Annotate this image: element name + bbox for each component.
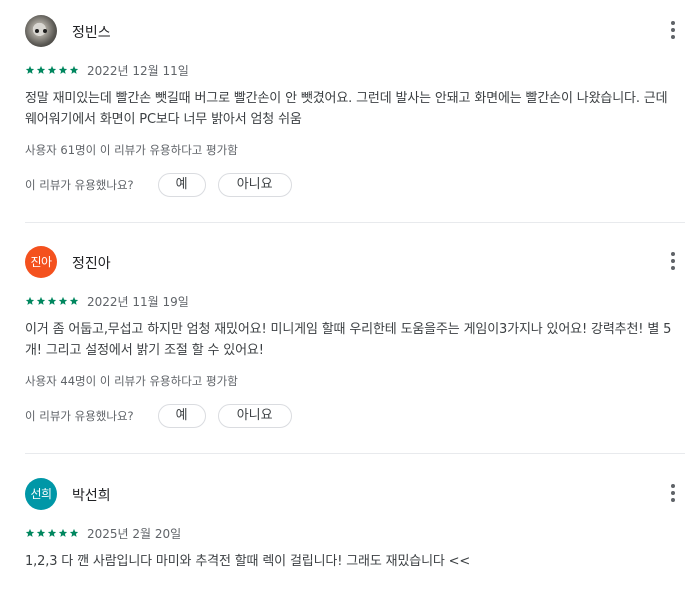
- star-icon: [36, 65, 46, 74]
- star-icon: [47, 65, 57, 74]
- author-name: 정빈스: [72, 25, 111, 41]
- avatar: 진아: [25, 246, 57, 278]
- star-icon: [36, 296, 46, 305]
- helpful-yes-button[interactable]: 예: [157, 404, 206, 428]
- helpful-yes-button[interactable]: 예: [157, 173, 206, 197]
- more-vert-icon: [671, 21, 675, 25]
- star-rating: [25, 296, 79, 306]
- helpful-no-button[interactable]: 아니요: [217, 173, 292, 197]
- author-name: 정진아: [72, 256, 111, 272]
- review-date: 2022년 11월 19일: [87, 294, 189, 309]
- review-date: 2025년 2월 20일: [87, 526, 182, 541]
- more-vert-icon: [671, 259, 675, 263]
- helpful-question: 이 리뷰가 유용했나요?: [25, 178, 134, 192]
- star-icon: [69, 528, 79, 537]
- review-card: 정빈스 2022년 12월 11일 정말 재미있는데 빨간손 뺏길때 버그로 빨…: [25, 15, 685, 198]
- more-options-button[interactable]: [661, 481, 685, 505]
- star-rating: [25, 528, 79, 538]
- review-text: 이거 좀 어둡고,무섭고 하지만 엄청 재밌어요! 미니게임 할때 우리한테 도…: [25, 322, 672, 358]
- author-name: 박선희: [72, 488, 111, 504]
- review-meta: 2025년 2월 20일: [25, 525, 685, 541]
- more-vert-icon: [671, 498, 675, 502]
- more-vert-icon: [671, 484, 675, 488]
- divider: [25, 222, 685, 223]
- helpful-row: 이 리뷰가 유용했나요? 예 아니요: [25, 403, 685, 429]
- review-card: 진아 정진아 2022년 11월 19일 이거 좀 어둡고,무섭고 하지만 엄청…: [25, 246, 685, 429]
- star-icon: [25, 528, 35, 537]
- review-header: 선희 박선희: [25, 478, 685, 512]
- star-icon: [36, 528, 46, 537]
- review-meta: 2022년 12월 11일: [25, 62, 685, 78]
- review-card: 선희 박선희 2025년 2월 20일 1,2,3 다 깬 사람입니다 마미와 …: [25, 478, 685, 572]
- star-icon: [25, 296, 35, 305]
- more-vert-icon: [671, 35, 675, 39]
- divider: [25, 453, 685, 454]
- more-options-button[interactable]: [661, 249, 685, 273]
- avatar: [25, 15, 57, 47]
- star-icon: [69, 65, 79, 74]
- star-rating: [25, 65, 79, 75]
- more-options-button[interactable]: [661, 18, 685, 42]
- star-icon: [47, 528, 57, 537]
- review-header: 진아 정진아: [25, 246, 685, 280]
- review-header: 정빈스: [25, 15, 685, 49]
- more-vert-icon: [671, 266, 675, 270]
- helpful-row: 이 리뷰가 유용했나요? 예 아니요: [25, 172, 685, 198]
- helpful-question: 이 리뷰가 유용했나요?: [25, 409, 134, 423]
- star-icon: [58, 296, 68, 305]
- review-text: 1,2,3 다 깬 사람입니다 마미와 추격전 할때 렉이 걸립니다! 그래도 …: [25, 554, 471, 569]
- review-text: 정말 재미있는데 빨간손 뺏길때 버그로 빨간손이 안 뺏겼어요. 그런데 발사…: [25, 91, 668, 127]
- helpful-no-button[interactable]: 아니요: [217, 404, 292, 428]
- helpful-count: 사용자 44명이 이 리뷰가 유용하다고 평가함: [25, 374, 238, 388]
- star-icon: [69, 296, 79, 305]
- star-icon: [47, 296, 57, 305]
- avatar-eye-left: [35, 29, 39, 33]
- more-vert-icon: [671, 28, 675, 32]
- more-vert-icon: [671, 491, 675, 495]
- avatar: 선희: [25, 478, 57, 510]
- star-icon: [58, 528, 68, 537]
- star-icon: [25, 65, 35, 74]
- helpful-count: 사용자 61명이 이 리뷰가 유용하다고 평가함: [25, 143, 238, 157]
- avatar-eye-right: [43, 29, 47, 33]
- review-date: 2022년 12월 11일: [87, 63, 189, 78]
- review-meta: 2022년 11월 19일: [25, 293, 685, 309]
- star-icon: [58, 65, 68, 74]
- more-vert-icon: [671, 252, 675, 256]
